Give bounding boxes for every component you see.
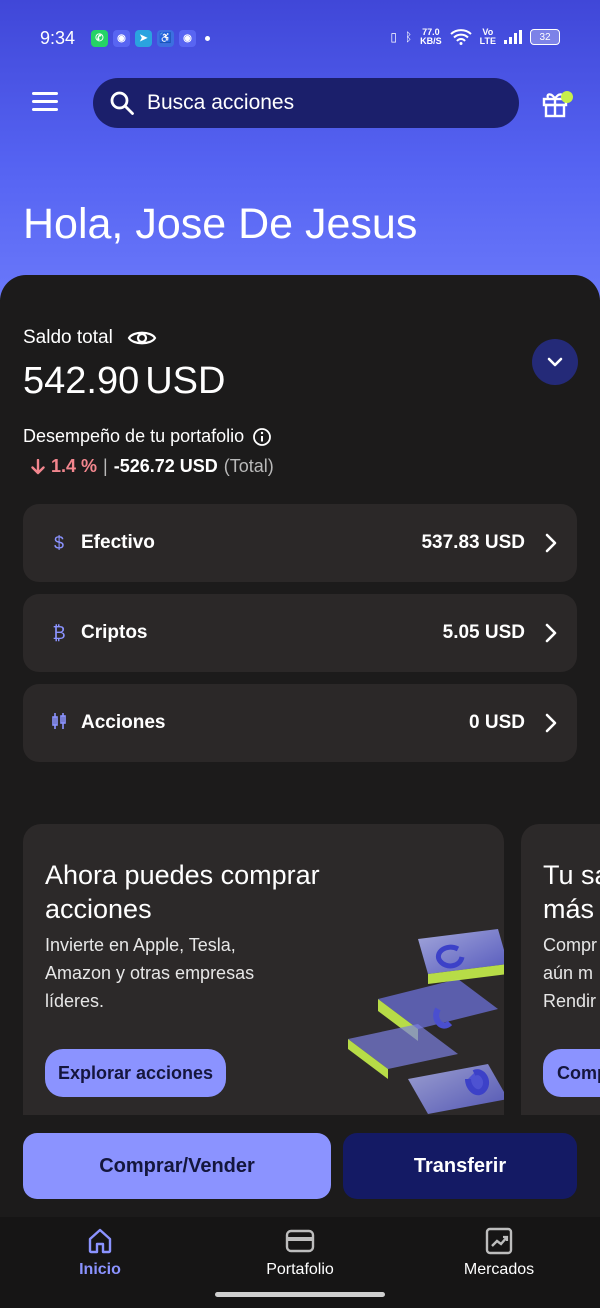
gift-notification-dot <box>561 91 573 103</box>
telegram-icon: ➤ <box>135 30 152 47</box>
promo2-body-line: aún m <box>543 963 594 983</box>
account-row-criptos[interactable]: ₿ Criptos 5.05 USD <box>23 594 577 672</box>
menu-icon[interactable] <box>32 92 58 114</box>
balance-label-row: Saldo total <box>23 327 157 349</box>
home-indicator[interactable] <box>215 1292 385 1297</box>
home-icon <box>88 1228 112 1254</box>
performance-separator: | <box>103 456 108 476</box>
performance-label-row: Desempeño de tu portafolio <box>23 426 272 447</box>
signal-icon <box>504 30 522 44</box>
transfer-button[interactable]: Transferir <box>343 1133 577 1199</box>
account-row-efectivo[interactable]: $ Efectivo 537.83 USD <box>23 504 577 582</box>
more-notifications-dot <box>205 36 210 41</box>
performance-row: 1.4 % | -526.72 USD (Total) <box>31 456 274 477</box>
volte-indicator: Vo LTE <box>480 28 496 46</box>
balance-currency: USD <box>145 360 226 402</box>
search-icon <box>110 91 134 115</box>
greeting: Hola, Jose De Jesus <box>23 200 418 248</box>
promo-card-stocks[interactable]: Ahora puedes comprar acciones Invierte e… <box>23 824 504 1124</box>
performance-period: (Total) <box>223 456 274 476</box>
dollar-icon: $ <box>53 532 64 553</box>
system-icons: ▯ ᛒ 77.0 KB/S Vo LTE 32 <box>390 28 560 46</box>
promo2-body-line: Compr <box>543 935 598 955</box>
performance-amount: -526.72 USD <box>113 456 218 476</box>
promo-card-savings[interactable]: Tu sa más Compr aún m Rendir Comp <box>521 824 600 1124</box>
account-value: 537.83 USD <box>421 532 525 553</box>
account-label: Criptos <box>81 622 148 643</box>
info-icon[interactable] <box>252 427 272 447</box>
search-bar[interactable]: Busca acciones <box>93 78 519 128</box>
chevron-right-icon <box>545 713 557 733</box>
nav-item-portafolio[interactable]: Portafolio <box>220 1217 380 1297</box>
nav-item-inicio[interactable]: Inicio <box>20 1217 180 1297</box>
expand-button[interactable] <box>532 339 578 385</box>
wallet-icon <box>285 1229 315 1253</box>
vibrate-icon: ▯ <box>390 30 397 44</box>
account-label: Efectivo <box>81 532 155 553</box>
battery-icon: 32 <box>530 29 560 45</box>
account-row-acciones[interactable]: Acciones 0 USD <box>23 684 577 762</box>
promo2-title-line: más <box>543 894 595 924</box>
performance-percent: 1.4 % <box>51 456 98 476</box>
promo2-title-line: Tu sa <box>543 860 600 890</box>
balance-value: 542.90 <box>23 360 140 402</box>
promo2-button[interactable]: Comp <box>543 1049 600 1097</box>
promo-body: Invierte en Apple, Tesla, Amazon y otras… <box>45 935 255 1011</box>
nav-label: Mercados <box>463 1261 535 1278</box>
chevron-right-icon <box>545 533 557 553</box>
account-value: 5.05 USD <box>442 622 525 643</box>
explore-stocks-button[interactable]: Explorar acciones <box>45 1049 226 1097</box>
network-speed: 77.0 KB/S <box>420 28 442 46</box>
whatsapp-icon: ✆ <box>91 30 108 47</box>
promo2-body: Compr aún m Rendir <box>543 931 600 1015</box>
network-speed-unit: KB/S <box>420 36 442 46</box>
eye-icon[interactable] <box>127 328 157 348</box>
wifi-icon <box>449 29 472 45</box>
search-rotating-text: acciones <box>211 91 295 114</box>
chart-icon <box>485 1227 513 1255</box>
promo-title: Ahora puedes comprar acciones <box>45 860 320 924</box>
performance-label: Desempeño de tu portafolio <box>23 426 245 446</box>
status-bar: 9:34 ✆ ◉ ➤ ♿ ◉ ▯ ᛒ 77.0 KB/S Vo LTE 32 <box>0 24 600 56</box>
search-prefix: Busca <box>147 91 206 114</box>
discord-icon: ◉ <box>113 30 130 47</box>
accessibility-icon: ♿ <box>157 30 174 47</box>
notification-icons: ✆ ◉ ➤ ♿ ◉ <box>91 30 210 47</box>
search-placeholder: Busca acciones <box>147 91 294 115</box>
chevron-right-icon <box>545 623 557 643</box>
balance-label: Saldo total <box>23 327 113 348</box>
bluetooth-icon: ᛒ <box>404 30 413 44</box>
account-value: 0 USD <box>469 712 525 733</box>
nav-label: Portafolio <box>266 1261 334 1278</box>
nav-item-mercados[interactable]: Mercados <box>419 1217 579 1297</box>
nav-label: Inicio <box>79 1261 121 1278</box>
balance-amount: 542.90 USD <box>23 360 225 403</box>
arrow-down-icon <box>31 458 45 474</box>
account-label: Acciones <box>81 712 166 733</box>
bitcoin-icon: ₿ <box>52 622 66 643</box>
buy-sell-button[interactable]: Comprar/Vender <box>23 1133 331 1199</box>
promo2-title: Tu sa más <box>543 858 600 926</box>
stocks-illustration <box>348 929 504 1114</box>
volte-bottom: LTE <box>479 36 496 46</box>
status-time: 9:34 <box>40 28 76 48</box>
chevron-down-icon <box>547 357 563 367</box>
discord-icon: ◉ <box>179 30 196 47</box>
candlestick-icon <box>49 712 69 735</box>
promo2-body-line: Rendir <box>543 991 597 1011</box>
